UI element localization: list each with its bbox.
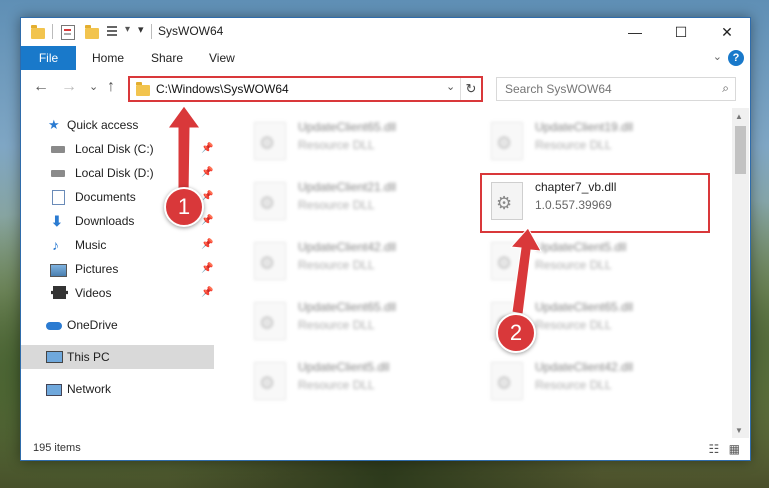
callout-2: 2	[496, 313, 536, 353]
arrow-1	[167, 105, 201, 197]
callout-1: 1	[164, 187, 204, 227]
annotation-arrows	[167, 105, 542, 315]
arrow-2	[509, 227, 542, 315]
